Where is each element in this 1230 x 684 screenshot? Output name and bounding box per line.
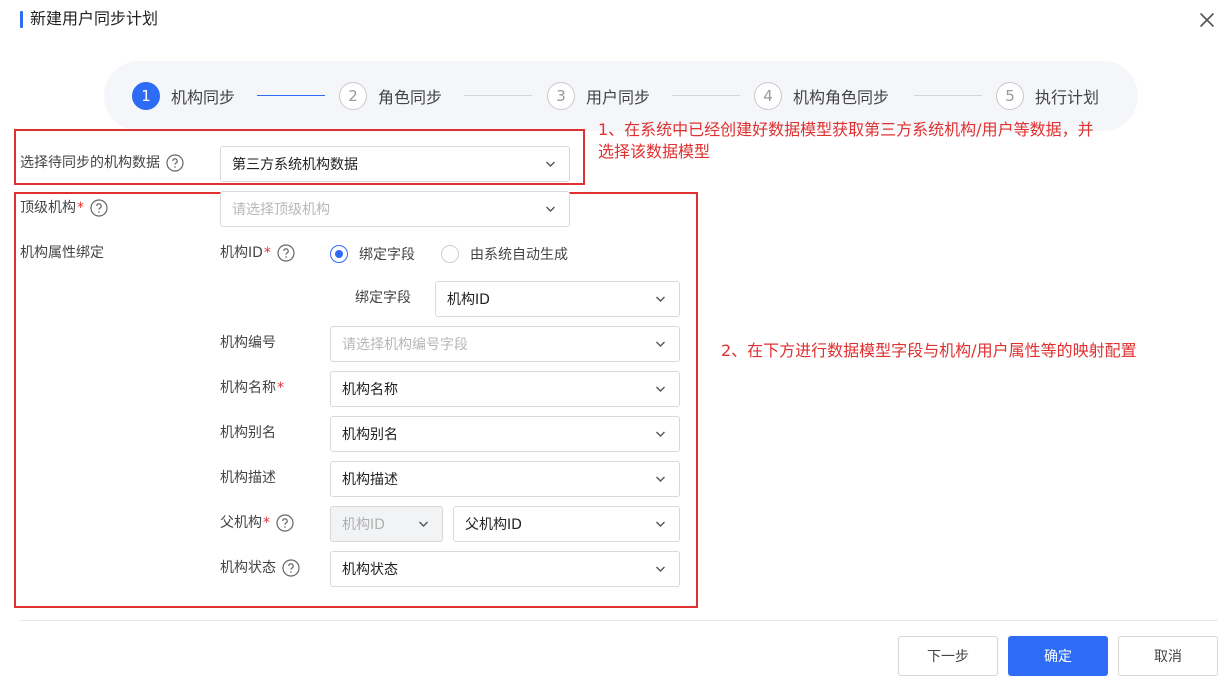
bind-field-select[interactable]: 机构ID — [435, 281, 680, 317]
chevron-down-icon — [656, 476, 665, 482]
chevron-down-icon — [656, 521, 665, 527]
chevron-down-icon — [419, 521, 428, 527]
source-data-select[interactable]: 第三方系统机构数据 — [220, 146, 570, 182]
step-number: 1 — [132, 82, 160, 110]
org-desc-select[interactable]: 机构描述 — [330, 461, 680, 497]
step-number: 2 — [339, 82, 367, 110]
chevron-down-icon — [656, 341, 665, 347]
next-step-button[interactable]: 下一步 — [898, 636, 998, 676]
step-connector-1 — [257, 95, 325, 96]
step-number: 5 — [996, 82, 1024, 110]
bind-field-label: 绑定字段 — [355, 290, 411, 306]
question-circle-icon[interactable] — [90, 199, 108, 217]
chevron-down-icon — [656, 296, 665, 302]
step-connector-2 — [464, 95, 532, 96]
step-role-sync[interactable]: 2 角色同步 — [339, 82, 442, 110]
annotation-note-2: 2、在下方进行数据模型字段与机构/用户属性等的映射配置 — [721, 341, 1137, 360]
org-alias-select[interactable]: 机构别名 — [330, 416, 680, 452]
attr-binding-label: 机构属性绑定 — [20, 245, 104, 261]
chevron-down-icon — [656, 386, 665, 392]
radio-bind-field[interactable]: 绑定字段 — [330, 244, 415, 264]
annotation-note-1: 1、在系统中已经创建好数据模型获取第三方系统机构/用户等数据，并 选择该数据模型 — [598, 119, 1094, 163]
step-connector-4 — [914, 95, 982, 96]
radio-unchecked[interactable] — [441, 245, 459, 263]
org-id-radio-group: 绑定字段 由系统自动生成 — [330, 243, 594, 265]
org-name-select[interactable]: 机构名称 — [330, 371, 680, 407]
question-circle-icon[interactable] — [282, 559, 300, 577]
confirm-button[interactable]: 确定 — [1008, 636, 1108, 676]
source-data-label: 选择待同步的机构数据 — [20, 153, 184, 173]
org-status-select[interactable]: 机构状态 — [330, 551, 680, 587]
chevron-down-icon — [656, 431, 665, 437]
question-circle-icon[interactable] — [166, 154, 184, 172]
step-label: 用户同步 — [586, 88, 651, 107]
org-desc-label: 机构描述 — [220, 470, 276, 486]
dialog-title: 新建用户同步计划 — [30, 9, 159, 28]
question-circle-icon[interactable] — [276, 514, 294, 532]
step-label: 执行计划 — [1035, 88, 1100, 107]
footer-divider — [20, 620, 1218, 621]
annotation-note-1-line1: 1、在系统中已经创建好数据模型获取第三方系统机构/用户等数据，并 — [598, 120, 1094, 139]
parent-org-label: 父机构 * — [220, 513, 294, 533]
parent-org-key-select: 机构ID — [330, 506, 443, 542]
cancel-button[interactable]: 取消 — [1118, 636, 1218, 676]
top-org-label: 顶级机构 * — [20, 198, 108, 218]
question-circle-icon[interactable] — [277, 244, 295, 262]
step-org-role-sync[interactable]: 4 机构角色同步 — [754, 82, 889, 110]
step-number: 4 — [754, 82, 782, 110]
step-label: 机构角色同步 — [793, 88, 890, 107]
step-user-sync[interactable]: 3 用户同步 — [547, 82, 650, 110]
title-accent-bar — [20, 11, 23, 28]
org-name-label: 机构名称 * — [220, 380, 284, 396]
top-org-select[interactable]: 请选择顶级机构 — [220, 191, 570, 227]
chevron-down-icon — [546, 206, 555, 212]
org-id-label: 机构ID * — [220, 243, 295, 263]
org-code-select[interactable]: 请选择机构编号字段 — [330, 326, 680, 362]
dialog-header: 新建用户同步计划 — [0, 0, 1230, 40]
step-number: 3 — [547, 82, 575, 110]
step-label: 角色同步 — [378, 88, 443, 107]
radio-auto-generate[interactable]: 由系统自动生成 — [441, 244, 568, 264]
chevron-down-icon — [656, 566, 665, 572]
org-status-label: 机构状态 — [220, 558, 300, 578]
step-connector-3 — [672, 95, 740, 96]
radio-checked[interactable] — [330, 245, 348, 263]
step-org-sync[interactable]: 1 机构同步 — [132, 82, 235, 110]
step-execution-plan[interactable]: 5 执行计划 — [996, 82, 1099, 110]
parent-org-field-select[interactable]: 父机构ID — [453, 506, 680, 542]
org-code-label: 机构编号 — [220, 335, 276, 351]
step-label: 机构同步 — [171, 88, 236, 107]
close-icon[interactable] — [1196, 9, 1218, 31]
annotation-note-1-line2: 选择该数据模型 — [598, 142, 711, 161]
org-alias-label: 机构别名 — [220, 425, 276, 441]
chevron-down-icon — [546, 161, 555, 167]
